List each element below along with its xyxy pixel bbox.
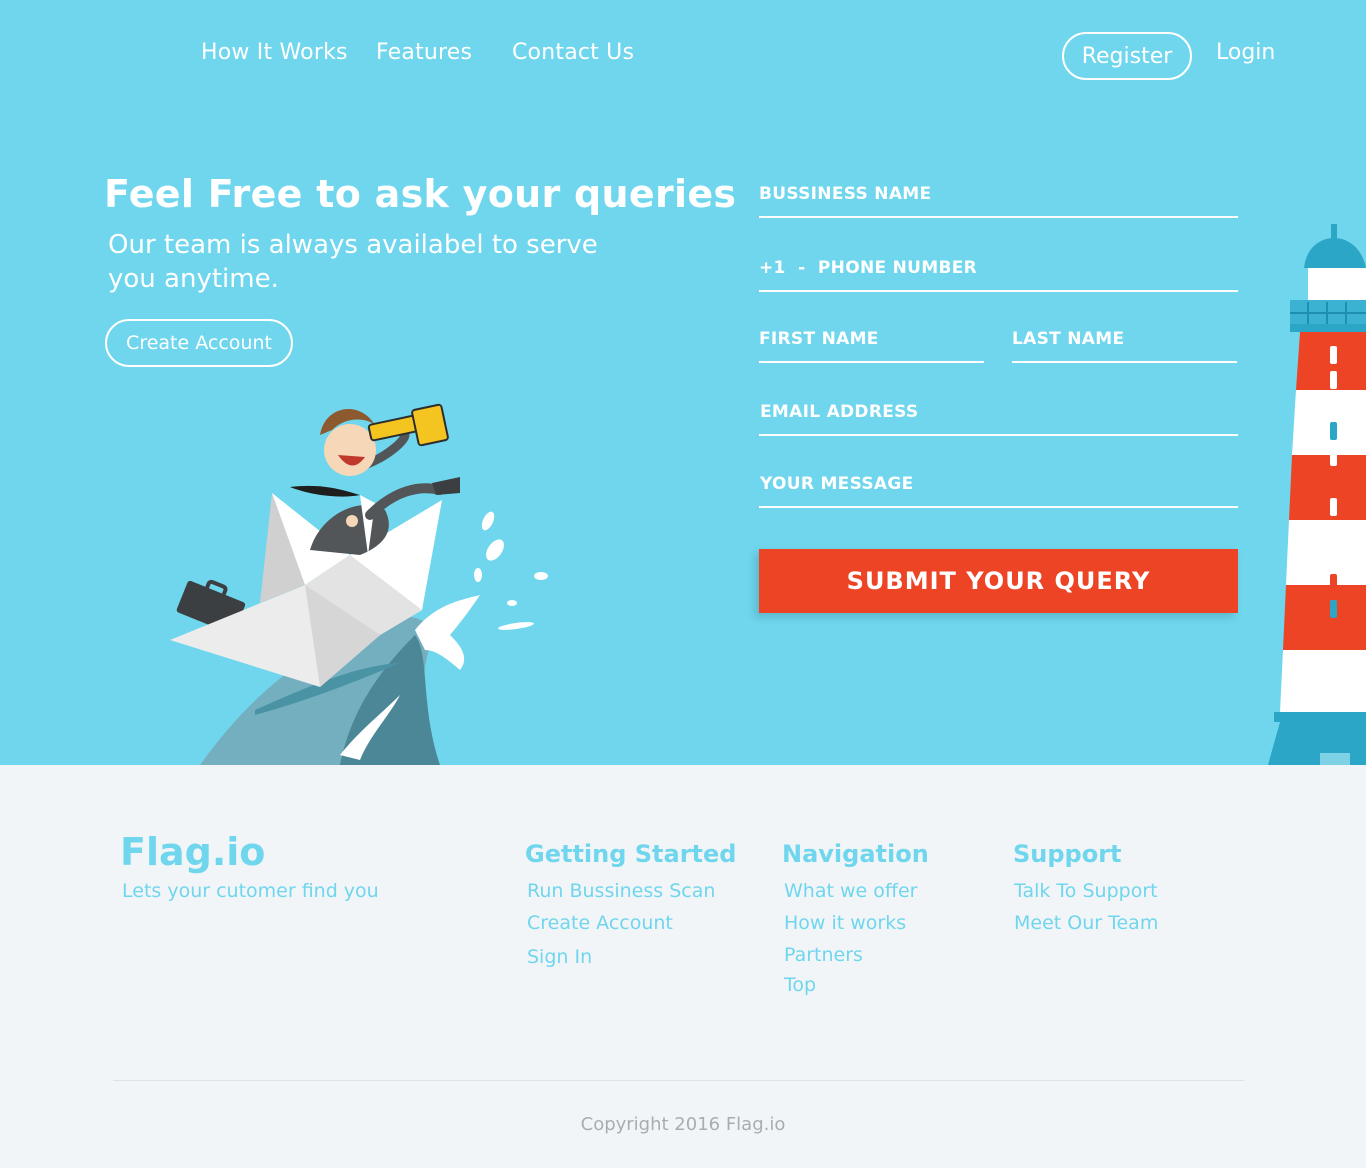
- business-name-placeholder: BUSSINESS NAME: [759, 184, 932, 204]
- create-account-button[interactable]: Create Account: [105, 319, 293, 367]
- hero-section: How It Works Features Contact Us Registe…: [0, 0, 1366, 765]
- register-button[interactable]: Register: [1062, 32, 1192, 80]
- phone-number-field[interactable]: +1 - PHONE NUMBER: [759, 252, 1238, 292]
- footer-link-meet-our-team[interactable]: Meet Our Team: [1014, 912, 1158, 934]
- last-name-placeholder: LAST NAME: [1012, 329, 1125, 349]
- footer-link-partners[interactable]: Partners: [784, 944, 863, 966]
- hero-title: Feel Free to ask your queries: [104, 172, 737, 216]
- hero-subtitle: Our team is always availabel to serve yo…: [108, 230, 598, 294]
- login-link[interactable]: Login: [1216, 40, 1275, 65]
- email-address-placeholder: EMAIL ADDRESS: [760, 402, 919, 422]
- message-field[interactable]: YOUR MESSAGE: [759, 468, 1238, 508]
- business-name-field[interactable]: BUSSINESS NAME: [759, 178, 1238, 218]
- businessman-boat-illustration: [170, 403, 548, 765]
- footer-divider: [113, 1080, 1244, 1081]
- phone-number-placeholder: +1 - PHONE NUMBER: [759, 258, 978, 278]
- footer-heading-getting-started: Getting Started: [525, 840, 737, 868]
- submit-query-button[interactable]: SUBMIT YOUR QUERY: [759, 549, 1238, 613]
- footer-link-how-it-works[interactable]: How it works: [784, 912, 906, 934]
- footer-heading-navigation: Navigation: [782, 840, 929, 868]
- footer-brand-logo[interactable]: Flag.io: [120, 830, 265, 874]
- last-name-field[interactable]: LAST NAME: [1012, 323, 1237, 363]
- footer-link-what-we-offer[interactable]: What we offer: [784, 880, 917, 902]
- copyright-text: Copyright 2016 Flag.io: [580, 1114, 786, 1135]
- nav-how-it-works[interactable]: How It Works: [201, 40, 348, 65]
- footer-link-sign-in[interactable]: Sign In: [527, 946, 592, 968]
- message-placeholder: YOUR MESSAGE: [760, 474, 914, 494]
- first-name-field[interactable]: FIRST NAME: [759, 323, 984, 363]
- footer-link-top[interactable]: Top: [784, 974, 816, 996]
- email-address-field[interactable]: EMAIL ADDRESS: [759, 396, 1238, 436]
- footer-link-talk-to-support[interactable]: Talk To Support: [1014, 880, 1158, 902]
- footer-link-run-bussiness-scan[interactable]: Run Bussiness Scan: [527, 880, 715, 902]
- nav-features[interactable]: Features: [376, 40, 472, 65]
- first-name-placeholder: FIRST NAME: [759, 329, 879, 349]
- footer-heading-support: Support: [1013, 840, 1122, 868]
- lighthouse-illustration: [1268, 224, 1366, 765]
- nav-contact-us[interactable]: Contact Us: [512, 40, 634, 65]
- footer-link-create-account[interactable]: Create Account: [527, 912, 673, 934]
- footer-tagline: Lets your cutomer find you: [122, 880, 379, 902]
